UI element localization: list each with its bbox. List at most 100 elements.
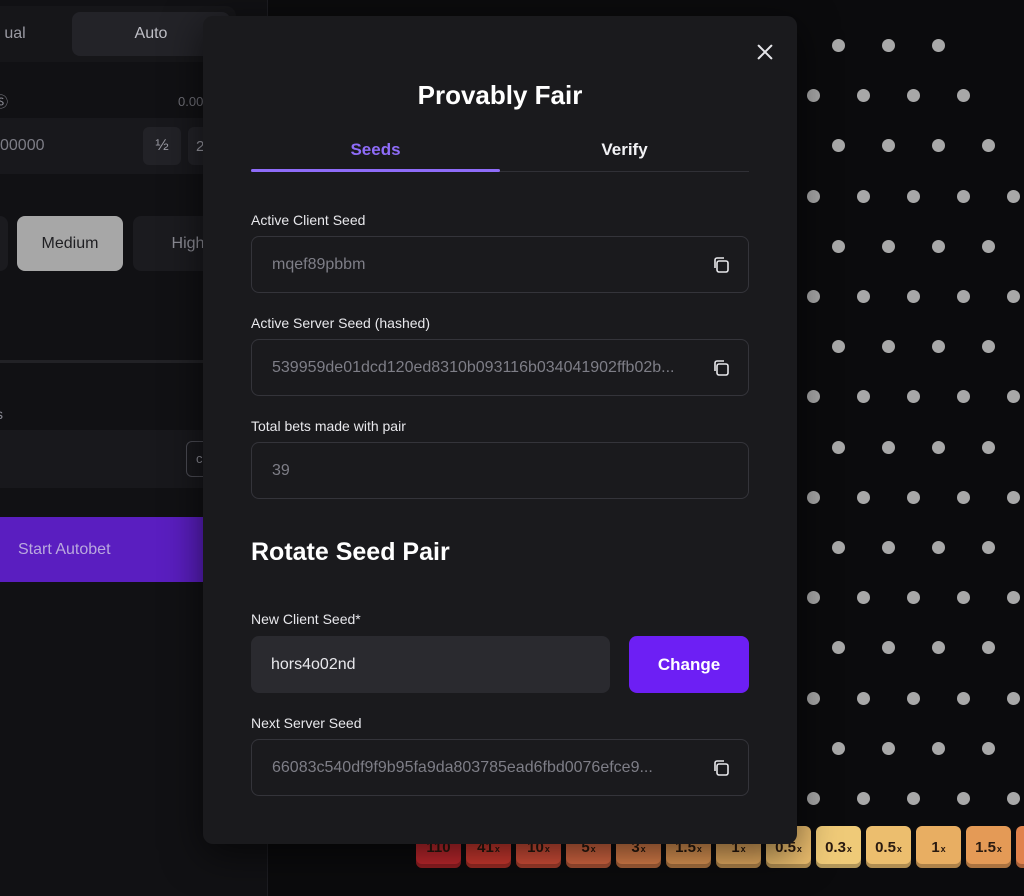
peg [857,691,870,705]
peg [1007,691,1020,705]
peg [857,792,870,805]
total-bets-value: 39 [272,462,290,479]
peg [832,440,845,454]
peg [832,340,845,354]
peg [957,189,970,203]
peg [832,139,845,153]
peg [882,741,895,755]
active-client-seed-value: mqef89pbbm [272,256,366,273]
peg [857,490,870,504]
peg [982,641,995,655]
peg [957,490,970,504]
peg [882,440,895,454]
peg [1007,490,1020,504]
peg [832,541,845,554]
peg [807,189,820,203]
start-autobet-button[interactable]: Start Autobet [0,517,236,582]
copy-icon[interactable] [712,359,730,377]
peg [982,139,995,153]
bet-currency-icon: Ⓢ [0,94,8,110]
new-client-seed-input[interactable] [251,636,610,693]
active-client-seed-field: mqef89pbbm [251,236,749,293]
rotate-seed-pair-heading: Rotate Seed Pair [251,538,450,566]
peg [982,541,995,554]
peg [857,591,870,605]
peg [907,290,920,303]
provably-fair-modal: Provably Fair Seeds Verify Active Client… [203,16,797,844]
peg [932,239,945,253]
copy-icon[interactable] [712,256,730,274]
peg [807,290,820,303]
peg [882,541,895,554]
peg [857,89,870,103]
tab-seeds[interactable]: Seeds [251,128,500,172]
total-bets-field: 39 [251,442,749,499]
bet-amount-value: 00000 [0,137,45,154]
next-server-seed-label: Next Server Seed [251,715,362,731]
peg [932,741,945,755]
peg [807,591,820,605]
risk-medium-button[interactable]: Medium [17,216,123,271]
risk-low-button[interactable] [0,216,8,271]
peg [882,641,895,655]
multiplier-bucket: 3x [1016,826,1024,868]
peg [932,641,945,655]
number-of-bets-label: s [0,406,3,422]
peg [882,39,895,52]
multiplier-bucket: 1.5 x [966,826,1011,868]
peg [882,340,895,354]
peg [932,541,945,554]
bet-usd-value: 0.00 [178,94,204,109]
peg [832,239,845,253]
peg [907,390,920,404]
modal-title: Provably Fair [417,80,583,110]
peg [932,440,945,454]
peg [957,691,970,705]
active-client-seed-label: Active Client Seed [251,212,366,228]
peg [957,390,970,404]
peg [982,741,995,755]
peg [907,189,920,203]
copy-icon[interactable] [712,759,730,777]
peg [882,139,895,153]
close-icon[interactable] [755,42,775,62]
peg [882,239,895,253]
multiplier-bucket: 1x [916,826,961,868]
peg [1007,290,1020,303]
peg [932,39,945,52]
peg [1007,390,1020,404]
tab-verify[interactable]: Verify [500,128,749,172]
peg [832,39,845,52]
peg [907,591,920,605]
peg [857,189,870,203]
peg [1007,591,1020,605]
peg [982,340,995,354]
peg [957,591,970,605]
peg [907,691,920,705]
active-server-seed-value: 539959de01dcd120ed8310b093116b034041902f… [272,359,675,376]
peg [932,340,945,354]
total-bets-label: Total bets made with pair [251,418,406,434]
multiplier-bucket: 0.5 x [866,826,911,868]
tab-manual[interactable]: ual [0,12,60,56]
peg [907,89,920,103]
peg [832,641,845,655]
peg [832,741,845,755]
peg [957,290,970,303]
peg [1007,189,1020,203]
peg [807,490,820,504]
peg [807,89,820,103]
peg [807,691,820,705]
peg [857,390,870,404]
peg [982,239,995,253]
new-client-seed-label: New Client Seed* [251,611,361,627]
change-button[interactable]: Change [629,636,749,693]
peg [907,490,920,504]
peg [932,139,945,153]
peg [957,89,970,103]
peg [957,792,970,805]
half-bet-button[interactable]: ½ [143,127,181,165]
next-server-seed-field: 66083c540df9f9b95fa9da803785ead6fbd0076e… [251,739,749,796]
mode-toggle: ual Auto [0,6,236,62]
peg [807,792,820,805]
